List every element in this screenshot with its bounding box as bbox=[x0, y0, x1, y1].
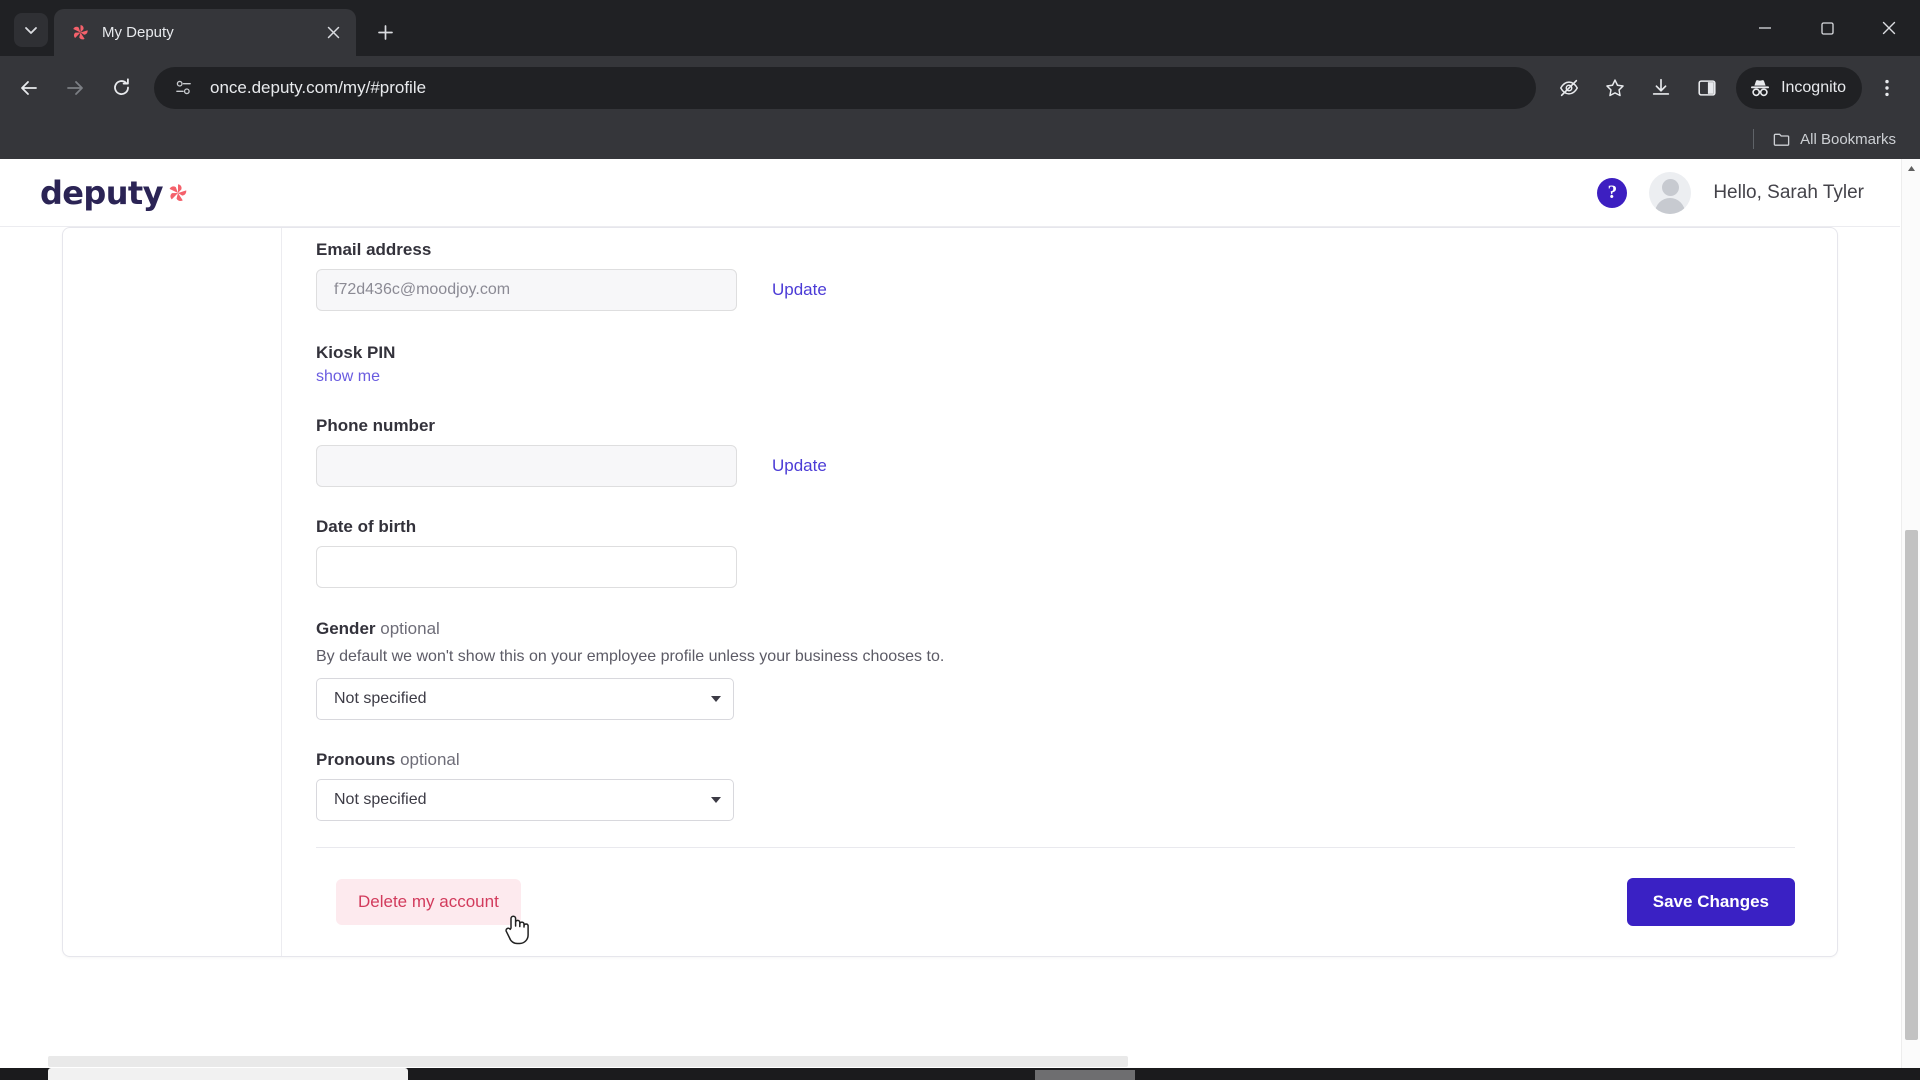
side-panel-button[interactable] bbox=[1686, 67, 1728, 109]
pronouns-label-text: Pronouns bbox=[316, 750, 396, 769]
tracking-protection-button[interactable] bbox=[1548, 67, 1590, 109]
browser-toolbar: once.deputy.com/my/#profile Incognito bbox=[0, 56, 1920, 119]
reload-icon bbox=[113, 78, 129, 95]
horizontal-scrollbar-thumb[interactable] bbox=[48, 1056, 1128, 1067]
arrow-right-icon bbox=[67, 80, 83, 95]
gender-select-value: Not specified bbox=[334, 690, 427, 707]
vertical-scrollbar-thumb[interactable] bbox=[1905, 530, 1918, 1040]
email-input[interactable] bbox=[316, 269, 737, 311]
deputy-logo[interactable]: deputy bbox=[40, 174, 189, 212]
close-window-button[interactable] bbox=[1858, 0, 1920, 56]
email-update-link[interactable]: Update bbox=[772, 280, 827, 300]
reload-button[interactable] bbox=[100, 67, 142, 109]
plus-icon bbox=[377, 24, 393, 40]
gender-field-group: Gender optional By default we won't show… bbox=[316, 619, 1795, 720]
close-icon[interactable] bbox=[320, 20, 346, 46]
logo-wordmark: deputy bbox=[40, 173, 163, 212]
address-bar-url: once.deputy.com/my/#profile bbox=[210, 77, 427, 97]
all-bookmarks-button[interactable]: All Bookmarks bbox=[1764, 126, 1904, 153]
phone-input[interactable] bbox=[316, 445, 737, 487]
avatar-body bbox=[1655, 197, 1686, 214]
gender-label-text: Gender bbox=[316, 619, 376, 638]
download-icon bbox=[1652, 78, 1670, 95]
incognito-icon bbox=[1751, 79, 1770, 96]
dob-input[interactable] bbox=[316, 546, 737, 588]
new-tab-button[interactable] bbox=[368, 15, 402, 49]
gender-label: Gender optional bbox=[316, 619, 1795, 639]
downloads-button[interactable] bbox=[1640, 67, 1682, 109]
tab-strip: My Deputy bbox=[0, 0, 1920, 56]
pronouns-label: Pronouns optional bbox=[316, 750, 1795, 770]
pronouns-select[interactable]: Not specified bbox=[316, 779, 734, 821]
page-viewport: deputy ? Hello, Sarah Tyler Email addres… bbox=[0, 159, 1920, 1080]
dob-label: Date of birth bbox=[316, 517, 417, 536]
content-area: Email address Update Kiosk PIN show me bbox=[0, 227, 1900, 957]
kiosk-pin-show-link[interactable]: show me bbox=[316, 368, 380, 386]
header-right: ? Hello, Sarah Tyler bbox=[1597, 171, 1864, 214]
save-changes-button[interactable]: Save Changes bbox=[1626, 878, 1795, 926]
avatar[interactable] bbox=[1649, 171, 1692, 214]
kebab-menu-icon bbox=[1885, 79, 1889, 96]
window-controls bbox=[1734, 0, 1920, 56]
kiosk-pin-group: Kiosk PIN show me bbox=[316, 343, 1795, 386]
tab-title: My Deputy bbox=[102, 24, 174, 41]
taskbar-segment-grey bbox=[1035, 1070, 1135, 1080]
vertical-scrollbar[interactable] bbox=[1901, 159, 1920, 1080]
folder-icon bbox=[1773, 133, 1790, 146]
deputy-pinwheel-icon bbox=[167, 180, 189, 206]
email-label: Email address bbox=[316, 240, 432, 259]
chevron-down-icon bbox=[711, 797, 721, 803]
star-icon bbox=[1606, 78, 1624, 96]
site-settings-icon[interactable] bbox=[170, 75, 196, 101]
arrow-left-icon bbox=[21, 80, 37, 95]
phone-update-link[interactable]: Update bbox=[772, 456, 827, 476]
incognito-label: Incognito bbox=[1781, 78, 1846, 96]
eye-off-icon bbox=[1559, 79, 1579, 96]
chrome-menu-button[interactable] bbox=[1866, 67, 1908, 109]
gender-select[interactable]: Not specified bbox=[316, 678, 734, 720]
incognito-indicator[interactable]: Incognito bbox=[1736, 66, 1862, 109]
address-bar[interactable]: once.deputy.com/my/#profile bbox=[154, 66, 1537, 109]
profile-card: Email address Update Kiosk PIN show me bbox=[62, 227, 1838, 957]
delete-account-button[interactable]: Delete my account bbox=[336, 879, 521, 925]
profile-card-sidebar bbox=[63, 228, 282, 956]
gender-optional-text: optional bbox=[380, 619, 440, 638]
chevron-down-icon bbox=[25, 27, 37, 34]
bookmarks-bar: All Bookmarks bbox=[0, 119, 1920, 159]
email-field-group: Email address Update bbox=[316, 240, 1795, 311]
avatar-head bbox=[1661, 178, 1679, 196]
back-button[interactable] bbox=[8, 67, 50, 109]
tab-search-button[interactable] bbox=[14, 13, 48, 47]
profile-form: Email address Update Kiosk PIN show me bbox=[282, 228, 1837, 956]
side-panel-icon bbox=[1698, 79, 1716, 96]
kiosk-pin-label: Kiosk PIN bbox=[316, 343, 396, 362]
app-header: deputy ? Hello, Sarah Tyler bbox=[0, 159, 1900, 227]
os-taskbar bbox=[0, 1068, 1920, 1080]
user-greeting[interactable]: Hello, Sarah Tyler bbox=[1713, 182, 1864, 204]
help-button[interactable]: ? bbox=[1597, 177, 1628, 208]
minimize-button[interactable] bbox=[1734, 0, 1796, 56]
dob-field-group: Date of birth bbox=[316, 517, 1795, 588]
bookmarks-separator bbox=[1753, 129, 1755, 149]
horizontal-scrollbar[interactable] bbox=[0, 1054, 1901, 1068]
browser-tab[interactable]: My Deputy bbox=[54, 9, 356, 56]
scroll-up-arrow[interactable] bbox=[1902, 159, 1920, 178]
all-bookmarks-label: All Bookmarks bbox=[1800, 130, 1896, 148]
taskbar-segment-light bbox=[48, 1068, 408, 1080]
maximize-button[interactable] bbox=[1796, 0, 1858, 56]
browser-window: My Deputy once.deputy.com/my/#profile In… bbox=[0, 0, 1920, 1080]
pronouns-optional-text: optional bbox=[400, 750, 460, 769]
gender-help-text: By default we won't show this on your em… bbox=[316, 648, 945, 665]
phone-label: Phone number bbox=[316, 416, 436, 435]
deputy-pinwheel-icon bbox=[70, 23, 90, 43]
chevron-down-icon bbox=[711, 696, 721, 702]
form-actions: Delete my account Save Changes bbox=[316, 848, 1795, 956]
phone-field-group: Phone number Update bbox=[316, 416, 1795, 487]
pronouns-select-value: Not specified bbox=[334, 791, 427, 808]
bookmark-star-button[interactable] bbox=[1594, 67, 1636, 109]
page-content: deputy ? Hello, Sarah Tyler Email addres… bbox=[0, 159, 1900, 957]
forward-button[interactable] bbox=[54, 67, 96, 109]
pronouns-field-group: Pronouns optional Not specified bbox=[316, 750, 1795, 821]
